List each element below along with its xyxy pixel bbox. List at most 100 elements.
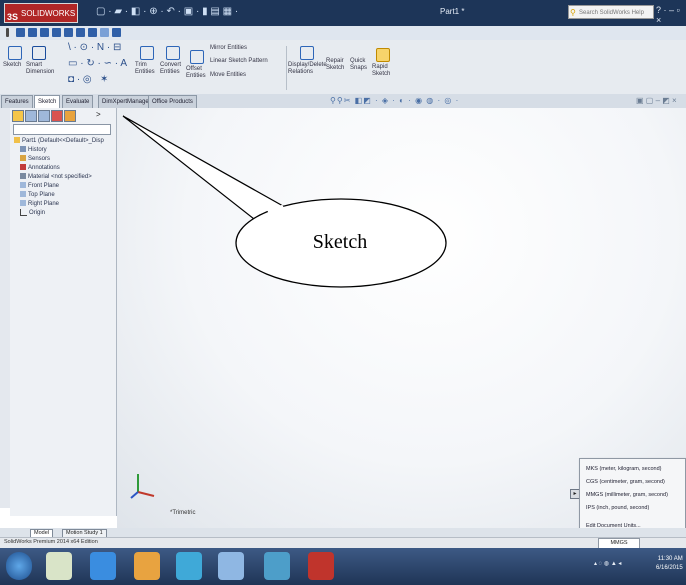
point-tool-icon[interactable]: ◘ · ◎ ✶ [68,75,108,85]
smart-dimension-icon[interactable] [32,46,46,60]
tree-item-part[interactable]: Part1 (Default<<Default>_Disp [14,137,104,145]
line-tool-icon[interactable]: \ · ⊙ · Ν · ⊟ [68,43,121,53]
window-controls[interactable]: ? · – ▫ × [656,5,686,25]
tree-item-annotations[interactable]: Annotations [20,164,60,172]
file-explorer-icon[interactable] [46,552,72,580]
app-name: SOLIDWORKS [21,9,76,18]
annotation-icon [20,164,26,171]
part-icon [14,137,20,144]
tree-item-front-plane[interactable]: Front Plane [20,182,59,190]
view-orientation-label: *Trimetric [170,510,196,516]
clock[interactable]: 11:30 AM 6/16/2015 [656,555,683,573]
tree-item-label: Part1 (Default<<Default>_Disp [22,138,104,144]
tab-evaluate[interactable]: Evaluate [62,95,94,109]
solidworks-taskbar-icon[interactable] [308,552,334,580]
trim-icon[interactable] [140,46,154,60]
units-option-cgs[interactable]: CGS (centimeter, gram, second) [586,479,665,485]
sketch-tool-icon[interactable] [52,28,61,37]
system-tray[interactable]: ▴ ◌ ◍ ▲ ◂ [594,560,621,567]
tree-item-label: Annotations [28,165,60,171]
smart-dimension-button[interactable]: Smart Dimension [26,62,60,76]
tree-item-history[interactable]: History [20,146,47,154]
convert-icon[interactable] [166,46,180,60]
units-option-ips[interactable]: IPS (inch, pound, second) [586,505,649,511]
material-icon [20,173,26,180]
offset-icon[interactable] [190,50,204,64]
rapid-sketch-icon[interactable] [376,48,390,62]
tab-dimxpert[interactable]: DimXpertManager [98,95,155,109]
tab-sketch[interactable]: Sketch [34,95,61,109]
tab-office-products[interactable]: Office Products [148,95,197,109]
dimxpert-manager-icon[interactable] [51,110,63,122]
tree-item-label: Origin [29,210,46,217]
display-delete-button[interactable]: Display/Delete Relations [288,62,327,76]
search-placeholder: Search SolidWorks Help [579,10,644,16]
expand-panel-icon[interactable]: > [96,110,101,119]
feature-manager-tabs: > [12,110,112,122]
tab-features[interactable]: Features [1,95,33,109]
word-icon[interactable] [218,552,244,580]
tree-item-sensors[interactable]: Sensors [20,155,50,163]
browser-icon[interactable] [176,552,202,580]
sensor-icon [20,155,26,162]
solidworks-logo[interactable]: 3S SOLIDWORKS [4,3,78,23]
window-tile-controls[interactable]: ▣ ▢ – ◩ × [636,96,677,105]
origin-icon [20,209,27,216]
sketch-tool-icon[interactable] [88,28,97,37]
rectangle-tool-icon[interactable]: ▭ · ↻ · ∽ · A [68,59,127,69]
plane-icon [20,200,26,207]
tree-item-top-plane[interactable]: Top Plane [20,191,55,199]
convert-button[interactable]: Convert Entities [160,62,184,76]
linear-pattern-button[interactable]: Linear Sketch Pattern [210,58,276,65]
units-option-mmgs[interactable]: MMGS (millimeter, gram, second) [586,492,668,498]
display-manager-icon[interactable] [64,110,76,122]
heads-up-view-toolbar[interactable]: ⚲⚲✂ ◧◩ · ◈ · ◐ · ◉ ◍ · ◎ · [330,96,459,105]
sketch-tool-icon[interactable] [100,28,109,37]
sketch-tool-icon[interactable] [112,28,121,37]
move-button[interactable]: Move Entities [210,72,266,79]
repair-sketch-button[interactable]: Repair Sketch [326,58,348,72]
sketch-icon[interactable] [8,46,22,60]
feature-tree-icon[interactable] [12,110,24,122]
coordinate-triad-icon [130,474,155,499]
tree-item-label: History [28,147,47,153]
sketch-tool-icon[interactable] [40,28,49,37]
search-icon: ⚲ [570,8,576,17]
configuration-manager-icon[interactable] [38,110,50,122]
tree-item-label: Sensors [28,156,51,162]
plane-icon [20,191,26,198]
search-input[interactable]: ⚲ Search SolidWorks Help [568,5,654,19]
tree-item-label: Front Plane [28,183,60,189]
tree-item-label: Material <not specified> [28,174,92,180]
pin-icon[interactable] [6,28,9,37]
feature-tree-filter[interactable] [13,124,111,135]
document-title: Part1 * [440,7,465,16]
history-icon [20,146,26,153]
sketch-tool-icon[interactable] [28,28,37,37]
offset-button[interactable]: Offset Entities [186,66,208,80]
bottom-tabs: Model Motion Study 1 [0,528,686,538]
mirror-button[interactable]: Mirror Entities [210,45,266,52]
relations-icon[interactable] [300,46,314,60]
sketch-tool-icon[interactable] [64,28,73,37]
sketch-button[interactable]: Sketch [3,62,21,69]
tree-item-origin[interactable]: Origin [20,209,45,217]
property-manager-icon[interactable] [25,110,37,122]
media-icon[interactable] [90,552,116,580]
sketch-tool-icon[interactable] [16,28,25,37]
callout-label: Sketch [312,231,368,253]
start-button-icon[interactable] [6,552,32,580]
clock-date: 6/16/2015 [656,565,683,571]
app-icon[interactable] [264,552,290,580]
quick-snaps-button[interactable]: Quick Snaps [350,58,372,72]
rapid-sketch-button[interactable]: Rapid Sketch [372,64,396,78]
tree-item-label: Top Plane [28,192,55,198]
tree-item-material[interactable]: Material <not specified> [20,173,92,181]
command-manager-row [0,26,686,40]
quick-access-toolbar[interactable]: ▢ · ▰ · ◧ · ⊕ · ↶ · ▣ · ▮ ▤ ▦ · [96,5,238,19]
vlc-icon[interactable] [134,552,160,580]
trim-button[interactable]: Trim Entities [135,62,159,76]
units-option-mks[interactable]: MKS (meter, kilogram, second) [586,466,662,472]
sketch-tool-icon[interactable] [76,28,85,37]
tree-item-right-plane[interactable]: Right Plane [20,200,59,208]
